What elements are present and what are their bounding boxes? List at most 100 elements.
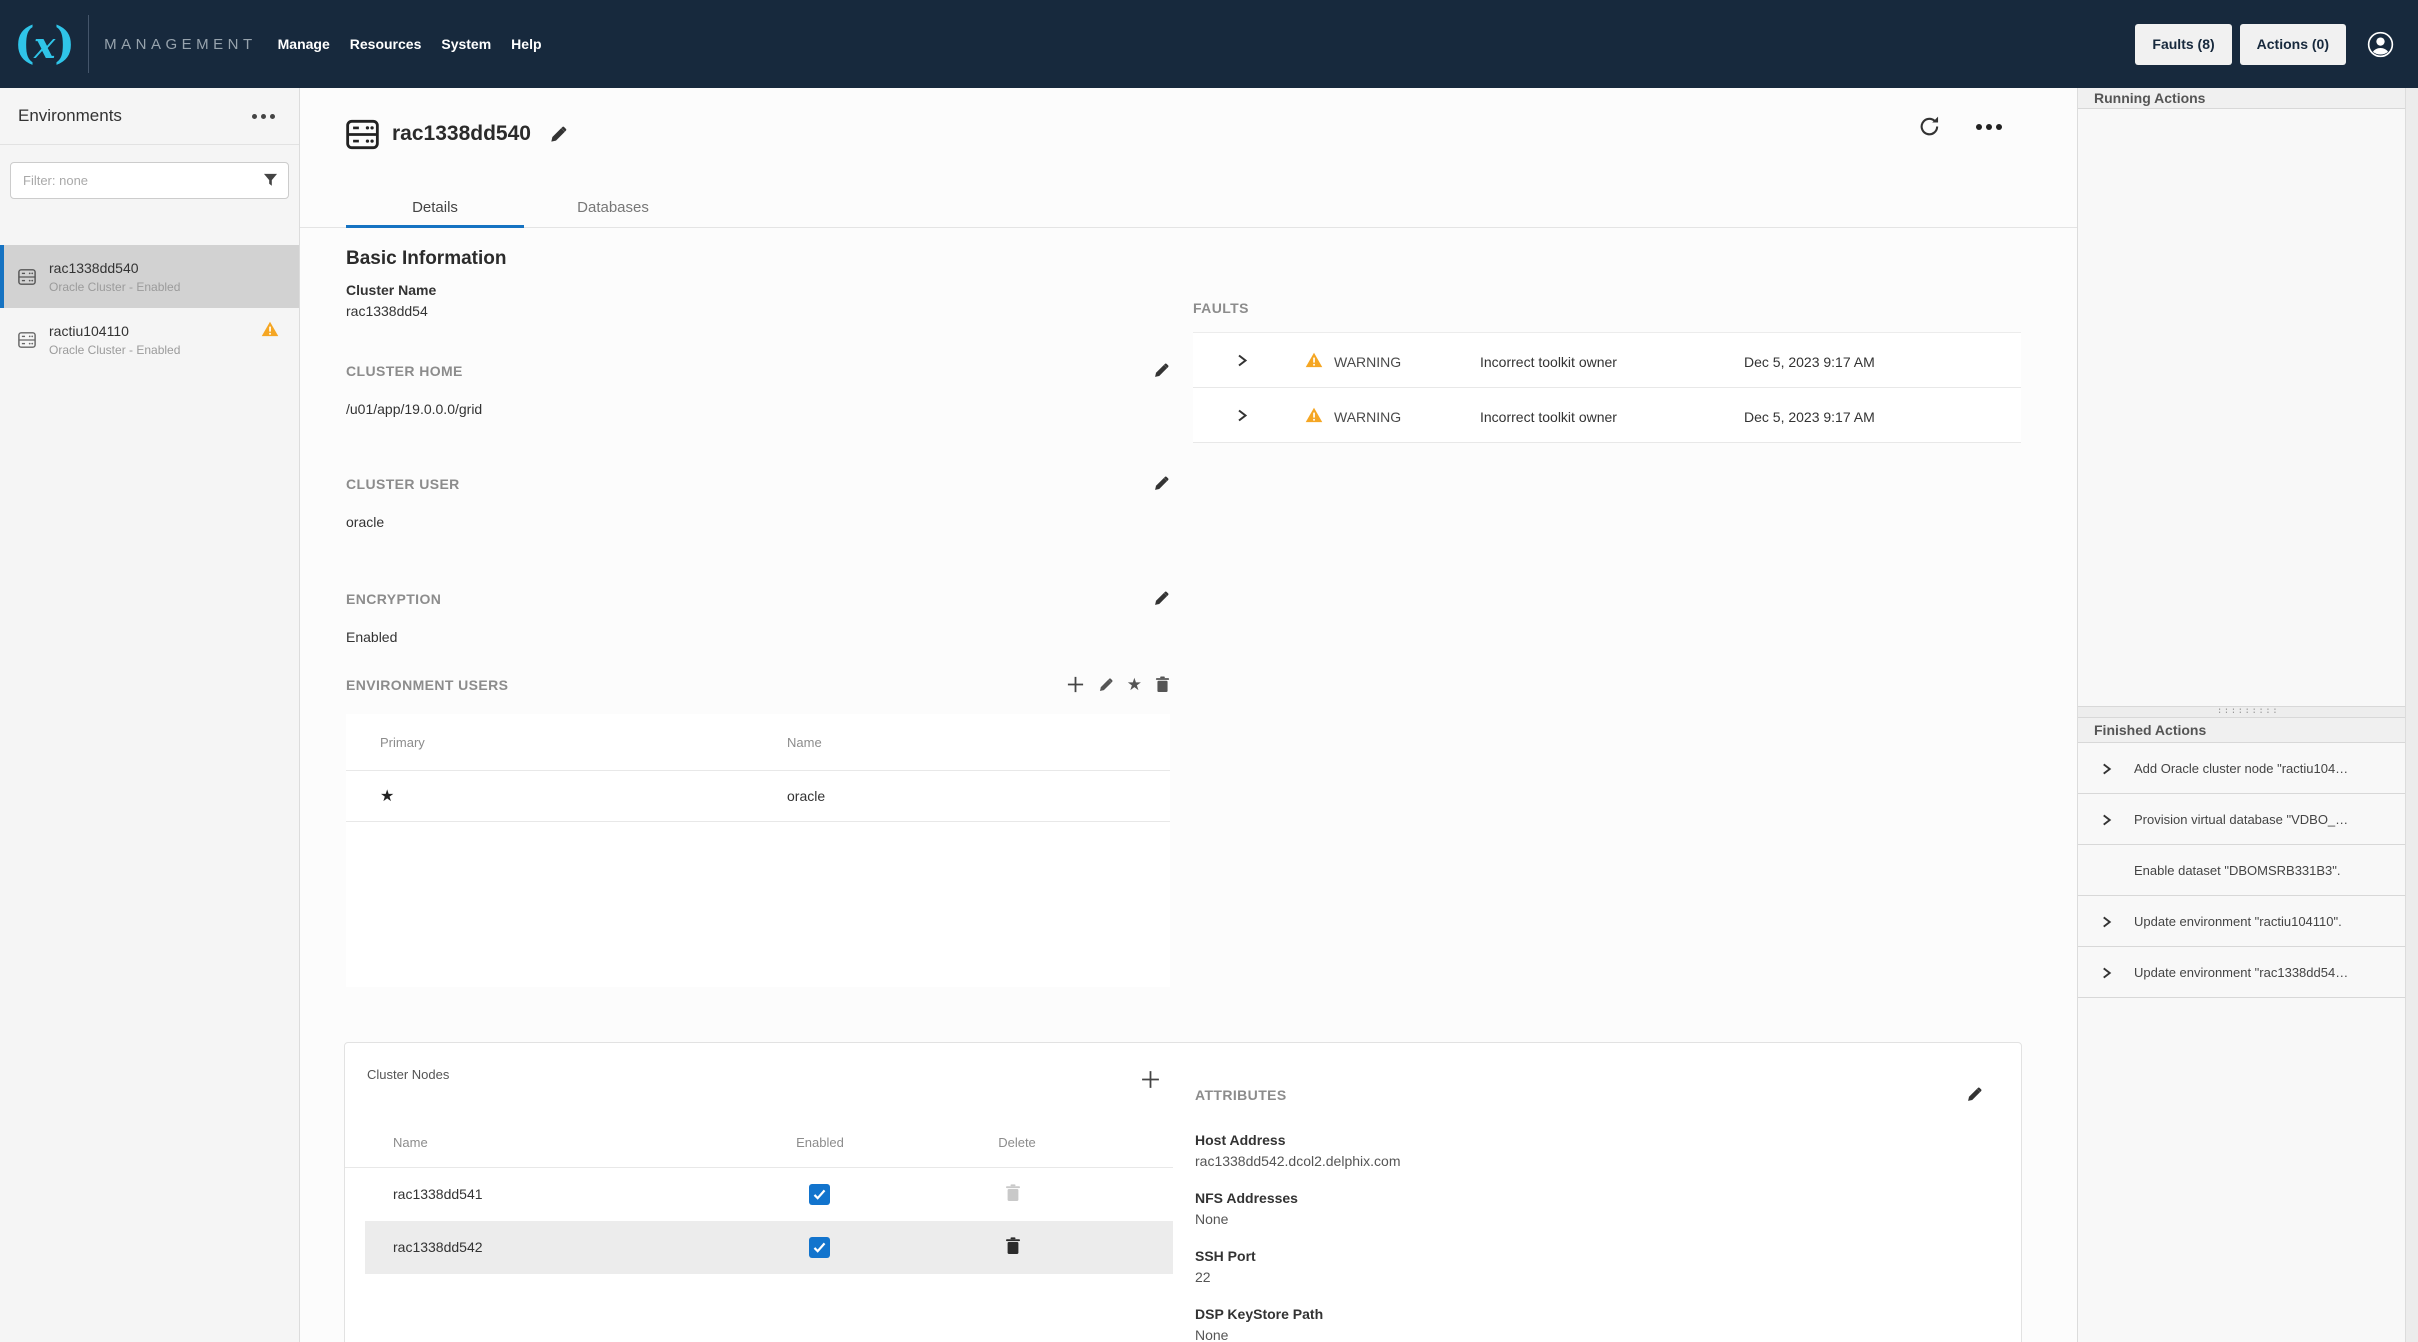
attribute-label: SSH Port — [1195, 1247, 2021, 1265]
column-header-primary: Primary — [380, 735, 787, 750]
fault-row[interactable]: WARNING Incorrect toolkit owner Dec 5, 2… — [1193, 333, 2021, 388]
more-options-icon[interactable] — [1975, 123, 2003, 131]
attribute-value: rac1338dd542.dcol2.delphix.com — [1195, 1152, 2021, 1170]
delphix-logo-icon: (x) — [14, 22, 73, 66]
cluster-user-value: oracle — [346, 514, 1170, 530]
environment-name: ractiu104110 — [49, 323, 180, 339]
sidebar-more-icon[interactable] — [248, 110, 279, 123]
column-header-enabled: Enabled — [765, 1135, 875, 1150]
cluster-name-field: Cluster Name rac1338dd54 — [346, 282, 1170, 319]
edit-user-pencil-icon[interactable] — [1098, 677, 1114, 693]
user-name-cell: oracle — [787, 788, 825, 804]
attribute-field: Host Address rac1338dd542.dcol2.delphix.… — [1195, 1131, 2021, 1170]
chevron-right-icon[interactable] — [2100, 813, 2113, 830]
tab-databases[interactable]: Databases — [524, 188, 702, 227]
drag-dots-icon: ::::::::: — [2217, 709, 2279, 714]
tab-details[interactable]: Details — [346, 188, 524, 227]
table-row-selected[interactable]: rac1338dd542 — [365, 1221, 1173, 1274]
encryption-label: ENCRYPTION — [346, 591, 441, 607]
delete-user-trash-icon[interactable] — [1155, 676, 1170, 693]
environment-users-header: ENVIRONMENT USERS ★ — [346, 675, 1170, 694]
fault-severity: WARNING — [1334, 409, 1401, 425]
edit-encryption-pencil-icon[interactable] — [1153, 590, 1170, 607]
environment-filter-input[interactable] — [10, 162, 289, 199]
attribute-label: Host Address — [1195, 1131, 2021, 1149]
environment-item-ractiu104110[interactable]: ractiu104110 Oracle Cluster - Enabled — [0, 308, 299, 371]
attribute-field: NFS Addresses None — [1195, 1189, 2021, 1228]
action-label: Add Oracle cluster node "ractiu104… — [2134, 761, 2348, 776]
attributes-label: ATTRIBUTES — [1195, 1087, 1287, 1103]
attribute-value: None — [1195, 1210, 2021, 1228]
encryption-section: ENCRYPTION Enabled — [346, 590, 1170, 645]
finished-action-row[interactable]: Add Oracle cluster node "ractiu104… — [2078, 743, 2418, 794]
finished-action-row[interactable]: Enable dataset "DBOMSRB331B3". — [2078, 845, 2418, 896]
filter-wrap — [10, 162, 289, 199]
environment-users-table: Primary Name ★ oracle — [346, 714, 1170, 987]
chevron-right-icon[interactable] — [2100, 762, 2113, 779]
chevron-right-icon[interactable] — [2100, 966, 2113, 983]
scrollbar-gutter[interactable] — [2405, 88, 2418, 1342]
attribute-label: DSP KeyStore Path — [1195, 1305, 2021, 1323]
delete-node-trash-icon[interactable] — [1005, 1237, 1021, 1260]
edit-attributes-pencil-icon[interactable] — [1966, 1086, 1983, 1103]
page-title: rac1338dd540 — [392, 122, 531, 146]
top-navbar: (x) MANAGEMENT Manage Resources System H… — [0, 0, 2418, 88]
fault-row[interactable]: WARNING Incorrect toolkit owner Dec 5, 2… — [1193, 388, 2021, 443]
page-header: rac1338dd540 — [346, 112, 2017, 156]
basic-information-heading: Basic Information — [346, 248, 1170, 270]
edit-title-pencil-icon[interactable] — [549, 125, 568, 144]
add-user-icon[interactable] — [1066, 675, 1085, 694]
faults-list: WARNING Incorrect toolkit owner Dec 5, 2… — [1193, 332, 2021, 443]
server-icon — [18, 268, 36, 286]
menu-item-resources[interactable]: Resources — [350, 28, 422, 60]
finished-action-row[interactable]: Provision virtual database "VDBO_… — [2078, 794, 2418, 845]
panel-resize-handle[interactable]: ::::::::: — [2078, 706, 2418, 718]
finished-action-row[interactable]: Update environment "ractiu104110". — [2078, 896, 2418, 947]
table-row[interactable]: rac1338dd541 — [365, 1168, 1173, 1221]
edit-cluster-user-pencil-icon[interactable] — [1153, 475, 1170, 492]
app-body: Environments rac1338dd540 — [0, 88, 2418, 1342]
running-actions-header: Running Actions — [2078, 88, 2418, 109]
table-row[interactable]: ★ oracle — [346, 771, 1170, 822]
filter-funnel-icon[interactable] — [263, 173, 278, 187]
chevron-right-icon[interactable] — [2100, 915, 2113, 932]
menu-item-system[interactable]: System — [441, 28, 491, 60]
attributes-section: ATTRIBUTES Host Address rac1338dd542.dco… — [1195, 1043, 2021, 1342]
cluster-user-label: CLUSTER USER — [346, 476, 460, 492]
add-node-icon[interactable] — [1140, 1069, 1161, 1090]
environment-subtitle: Oracle Cluster - Enabled — [49, 280, 180, 294]
column-header-delete: Delete — [963, 1135, 1071, 1150]
edit-cluster-home-pencil-icon[interactable] — [1153, 362, 1170, 379]
fault-date: Dec 5, 2023 9:17 AM — [1744, 354, 1875, 370]
warning-icon — [261, 321, 279, 337]
chevron-right-icon[interactable] — [1235, 353, 1249, 373]
chevron-right-icon[interactable] — [1235, 408, 1249, 428]
action-label: Enable dataset "DBOMSRB331B3". — [2134, 863, 2341, 878]
finished-action-row[interactable]: Update environment "rac1338dd54… — [2078, 947, 2418, 998]
fault-severity: WARNING — [1334, 354, 1401, 370]
navbar-menu: Manage Resources System Help — [278, 28, 542, 60]
server-icon — [18, 331, 36, 349]
menu-item-manage[interactable]: Manage — [278, 28, 330, 60]
refresh-icon[interactable] — [1918, 115, 1941, 138]
user-avatar-icon[interactable] — [2367, 31, 2394, 58]
enabled-checkbox[interactable] — [809, 1237, 830, 1258]
action-label: Update environment "ractiu104110". — [2134, 914, 2342, 929]
basic-information-column: Basic Information Cluster Name rac1338dd… — [346, 228, 1170, 987]
actions-button[interactable]: Actions (0) — [2240, 24, 2346, 65]
detail-tabs: Details Databases — [300, 188, 2077, 228]
brand-label: MANAGEMENT — [104, 36, 257, 53]
cluster-name-value: rac1338dd54 — [346, 303, 1170, 319]
environment-item-rac1338dd540[interactable]: rac1338dd540 Oracle Cluster - Enabled — [0, 245, 299, 308]
sidebar-title: Environments — [18, 106, 122, 126]
running-actions-list — [2078, 109, 2418, 706]
faults-button[interactable]: Faults (8) — [2135, 24, 2231, 65]
enabled-checkbox[interactable] — [809, 1184, 830, 1205]
menu-item-help[interactable]: Help — [511, 28, 541, 60]
primary-star-icon: ★ — [380, 788, 394, 805]
environment-subtitle: Oracle Cluster - Enabled — [49, 343, 180, 357]
faults-section-label: FAULTS — [1193, 300, 1249, 316]
cluster-home-section: CLUSTER HOME /u01/app/19.0.0.0/grid — [346, 362, 1170, 417]
set-primary-star-icon[interactable]: ★ — [1127, 676, 1142, 693]
nodes-table-header: Name Enabled Delete — [345, 1123, 1173, 1168]
